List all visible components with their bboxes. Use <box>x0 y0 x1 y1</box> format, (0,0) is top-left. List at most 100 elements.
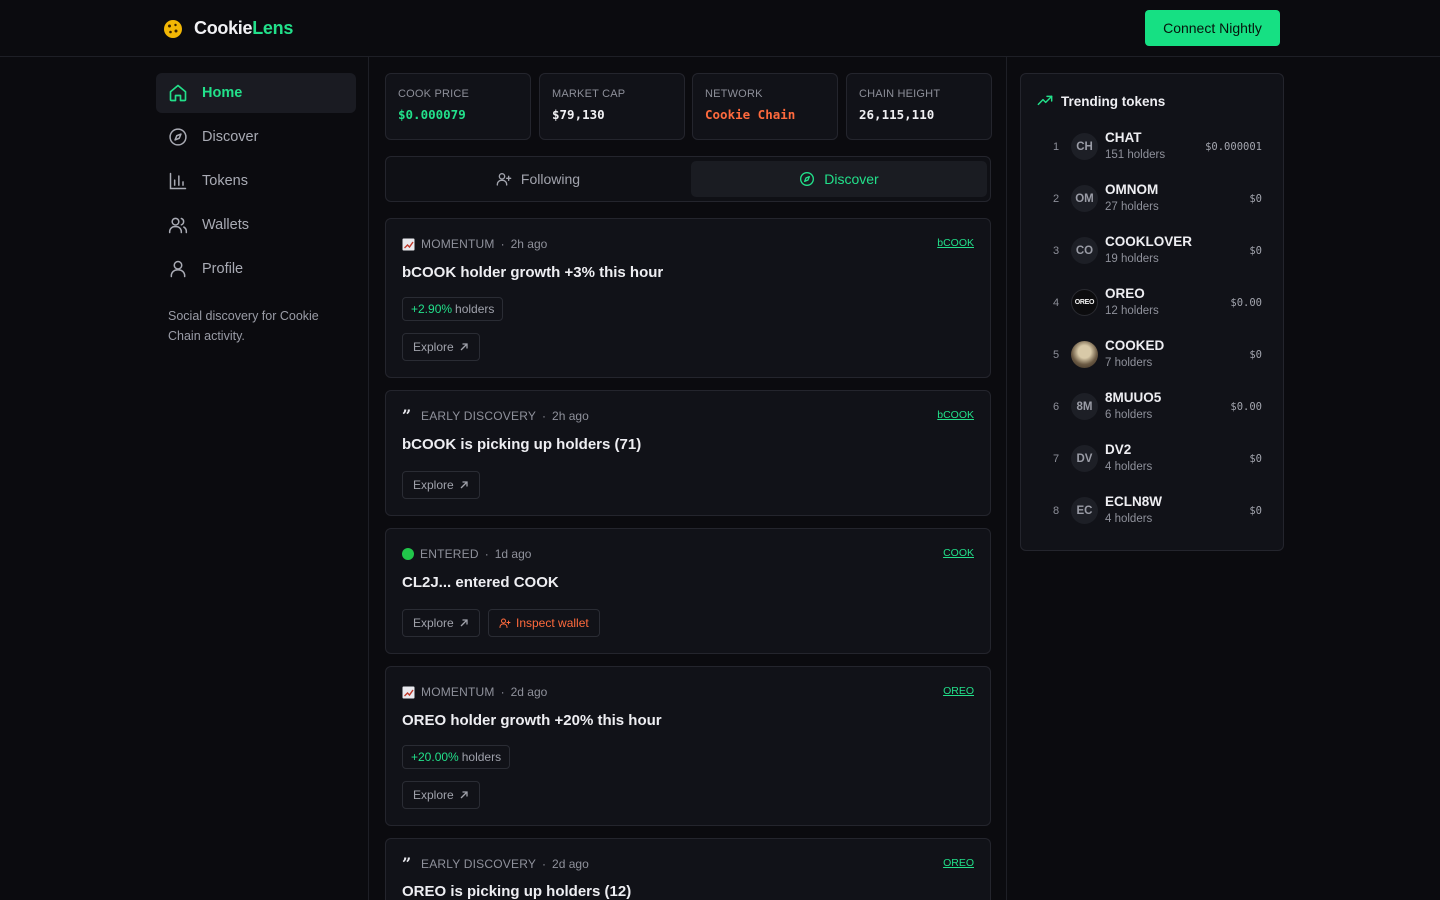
token-avatar: EC <box>1071 497 1098 524</box>
tab-label: Following <box>520 171 581 187</box>
event-kind: MOMENTUM <box>421 237 495 251</box>
token-holders: 19 holders <box>1105 253 1159 265</box>
token-rank: 5 <box>1052 349 1060 361</box>
explore-label: Explore <box>413 340 454 354</box>
compass-icon <box>800 172 815 186</box>
feed-card: ENTERED · 1d ago COOK CL2J... entered CO… <box>385 528 991 654</box>
arrow-up-right-icon <box>460 481 468 489</box>
sidebar-item-tokens[interactable]: Tokens <box>156 161 356 201</box>
token-rank: 6 <box>1052 401 1060 413</box>
trending-row[interactable]: 4 OREO OREO 12 holders $0.00 <box>1037 283 1269 323</box>
token-holders: 27 holders <box>1105 201 1159 213</box>
growth-badge: +2.90% holders <box>402 297 504 321</box>
sidebar-description: Social discovery for Cookie Chain activi… <box>168 309 319 343</box>
token-rank: 4 <box>1052 297 1060 309</box>
oreo-token-logo: OREO <box>1071 289 1098 316</box>
token-price: $0 <box>1249 505 1262 517</box>
app-name: CookieLens <box>194 18 294 38</box>
card-meta: ” EARLY DISCOVERY · 2h ago <box>402 408 589 424</box>
inspect-wallet-button[interactable]: Inspect wallet <box>488 609 600 637</box>
top-header: CookieLens Connect Nightly <box>0 0 1440 57</box>
app-logo[interactable]: CookieLens <box>163 18 293 39</box>
token-link[interactable]: bCOOK <box>937 409 974 421</box>
quote-icon: ” <box>402 854 412 873</box>
growth-suffix: holders <box>455 302 495 316</box>
trending-up-icon <box>1037 95 1053 106</box>
stat-label: NETWORK <box>705 88 763 100</box>
trending-row[interactable]: 7 DV DV2 4 holders $0 <box>1037 439 1269 479</box>
token-price: $0 <box>1249 349 1262 361</box>
stat-value: $79,130 <box>552 107 605 122</box>
feed-tabs: Following Discover <box>385 156 991 202</box>
token-link[interactable]: OREO <box>943 857 974 869</box>
sidebar: Home Discover Tokens Wallets Profile Soc… <box>156 73 356 346</box>
token-rank: 7 <box>1052 453 1060 465</box>
compass-icon <box>169 128 187 146</box>
feed-card: MOMENTUM · 2h ago bCOOK bCOOK holder gro… <box>385 218 991 378</box>
token-rank: 8 <box>1052 505 1060 517</box>
meta-separator: · <box>542 409 547 423</box>
event-time: 2d ago <box>510 685 548 699</box>
user-icon <box>170 260 186 278</box>
cookie-icon <box>164 19 182 38</box>
trending-row[interactable]: 6 8M 8MUUO5 6 holders $0.00 <box>1037 387 1269 427</box>
meta-separator: · <box>500 237 505 251</box>
trending-row[interactable]: 1 CH CHAT 151 holders $0.000001 <box>1037 127 1269 167</box>
explore-button[interactable]: Explore <box>402 333 480 361</box>
meta-separator: · <box>500 685 505 699</box>
stat-network: NETWORK Cookie Chain <box>692 73 838 140</box>
trending-row[interactable]: 5 COOKED 7 holders $0 <box>1037 335 1269 375</box>
token-avatar: CO <box>1071 237 1098 264</box>
sidebar-item-discover[interactable]: Discover <box>156 117 356 157</box>
token-holders: 6 holders <box>1105 409 1153 421</box>
sidebar-item-home[interactable]: Home <box>156 73 356 113</box>
event-time: 2h ago <box>552 409 589 423</box>
arrow-up-right-icon <box>460 791 468 799</box>
sidebar-item-profile[interactable]: Profile <box>156 249 356 289</box>
tab-following[interactable]: Following <box>390 161 686 197</box>
explore-label: Explore <box>413 478 454 492</box>
trending-row[interactable]: 3 CO COOKLOVER 19 holders $0 <box>1037 231 1269 271</box>
trending-panel: Trending tokens 1 CH CHAT 151 holders $0… <box>1020 73 1284 551</box>
card-meta: ” EARLY DISCOVERY · 2d ago <box>402 854 589 873</box>
event-kind: ENTERED <box>420 547 479 561</box>
green-dot-icon <box>402 548 414 560</box>
token-symbol: ECLN8W <box>1105 494 1162 509</box>
token-symbol: DV2 <box>1105 442 1132 457</box>
token-link[interactable]: bCOOK <box>937 237 974 249</box>
trending-row[interactable]: 2 OM OMNOM 27 holders $0 <box>1037 179 1269 219</box>
trending-row[interactable]: 8 EC ECLN8W 4 holders $0 <box>1037 491 1269 531</box>
meta-separator: · <box>484 547 489 561</box>
stat-market-cap: MARKET CAP $79,130 <box>539 73 685 140</box>
trending-title: Trending tokens <box>1061 93 1166 109</box>
explore-button[interactable]: Explore <box>402 781 480 809</box>
sidebar-item-label: Wallets <box>202 217 249 233</box>
bar-chart-icon <box>169 172 187 190</box>
token-link[interactable]: OREO <box>943 685 974 697</box>
token-holders: 7 holders <box>1105 357 1153 369</box>
stat-cook-price: COOK PRICE $0.000079 <box>385 73 531 140</box>
user-plus-icon <box>496 173 512 186</box>
inspect-label: Inspect wallet <box>516 616 589 630</box>
explore-label: Explore <box>413 788 454 802</box>
sidebar-item-wallets[interactable]: Wallets <box>156 205 356 245</box>
stat-value: Cookie Chain <box>705 107 796 122</box>
token-rank: 3 <box>1052 245 1060 257</box>
stat-value: 26,115,110 <box>859 107 935 122</box>
token-symbol: CHAT <box>1105 130 1142 145</box>
explore-button[interactable]: Explore <box>402 609 480 637</box>
card-title: bCOOK is picking up holders (71) <box>402 436 642 453</box>
explore-button[interactable]: Explore <box>402 471 480 499</box>
growth-badge: +20.00% holders <box>402 745 511 769</box>
divider <box>1006 57 1007 900</box>
token-avatar: OM <box>1071 185 1098 212</box>
connect-wallet-button[interactable]: Connect Nightly <box>1145 10 1280 46</box>
token-link[interactable]: COOK <box>943 547 974 559</box>
sidebar-item-label: Discover <box>202 129 259 145</box>
tab-discover[interactable]: Discover <box>691 161 987 197</box>
card-title: OREO is picking up holders (12) <box>402 883 632 900</box>
token-price: $0 <box>1249 453 1262 465</box>
token-rank: 2 <box>1052 193 1060 205</box>
token-holders: 4 holders <box>1105 513 1153 525</box>
feed-card: ” EARLY DISCOVERY · 2d ago OREO OREO is … <box>385 838 991 900</box>
